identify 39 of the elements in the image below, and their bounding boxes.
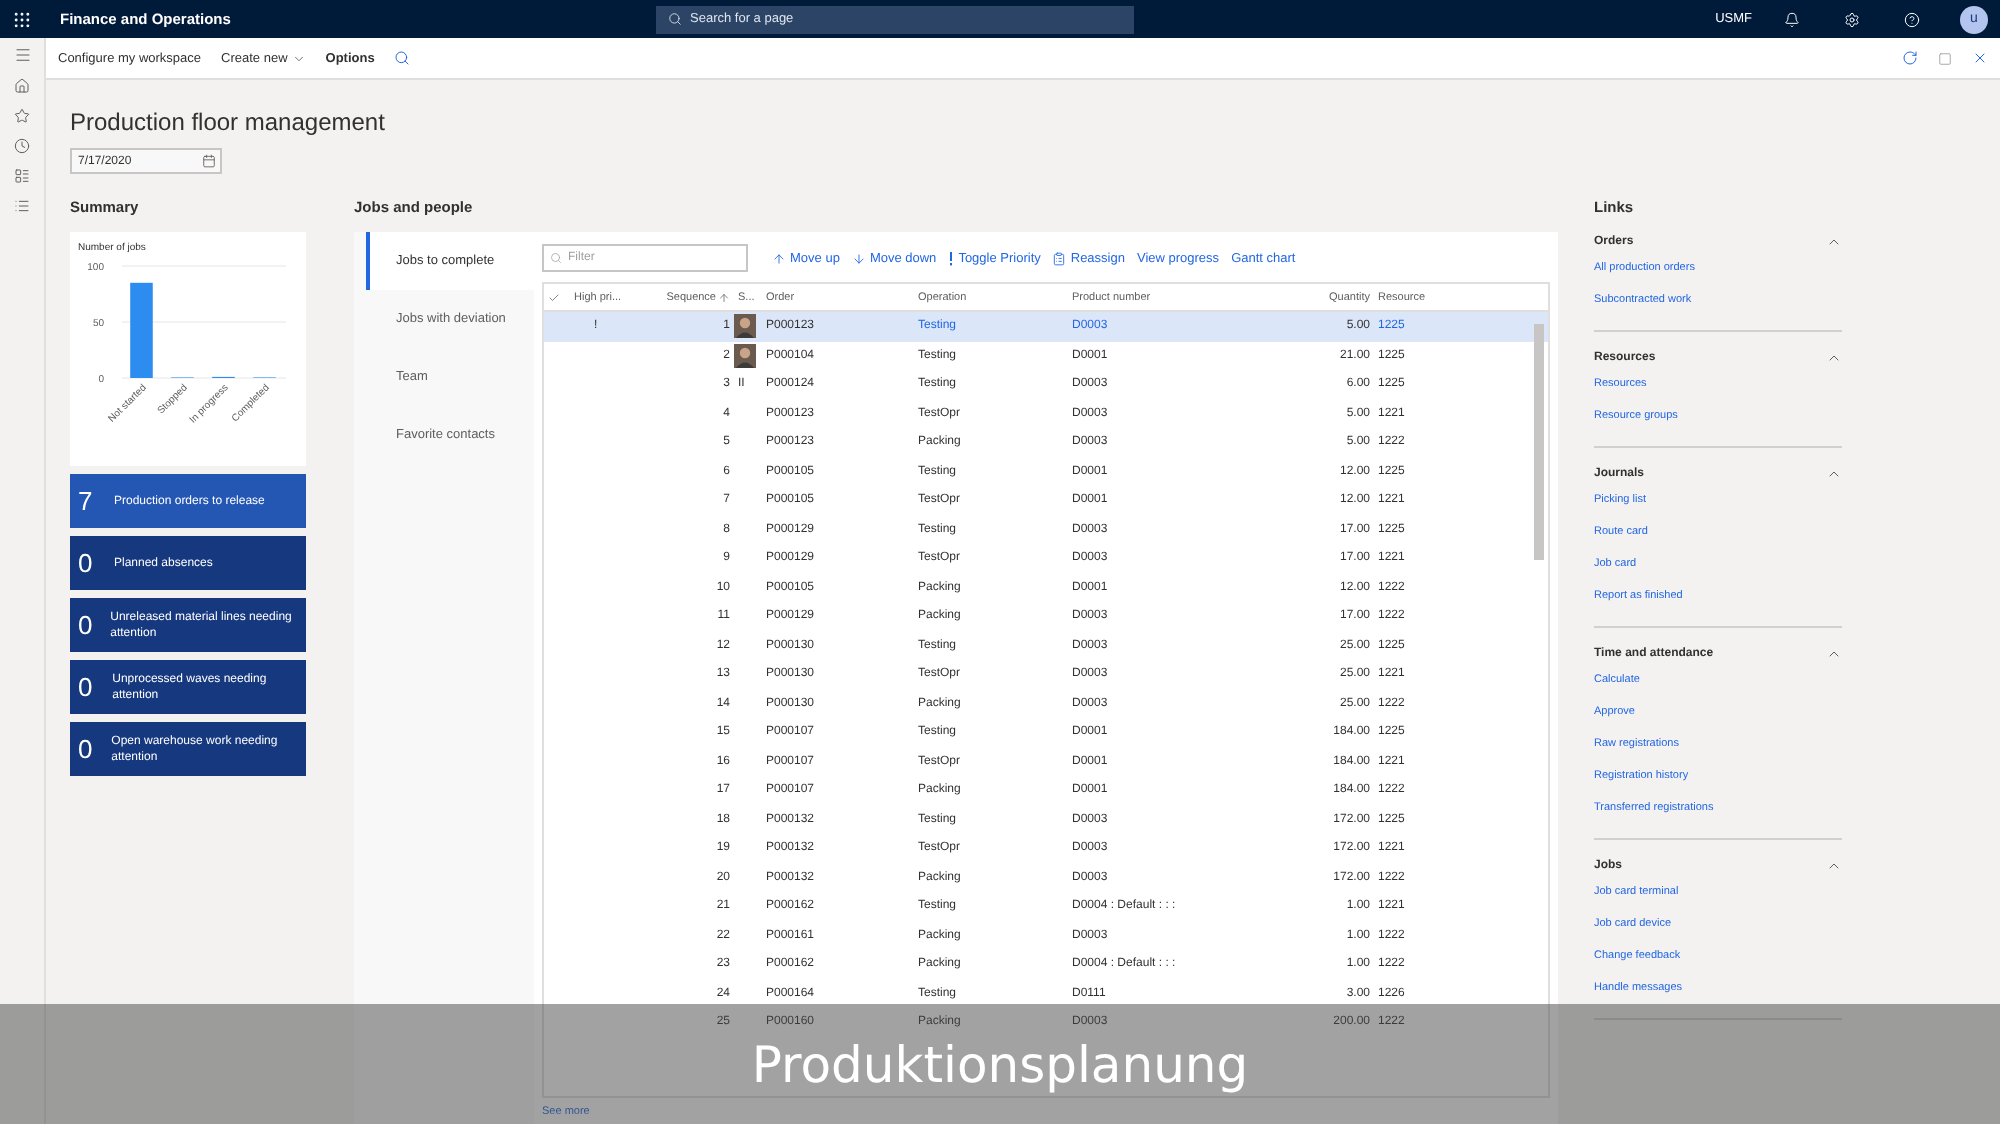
checkmark-icon[interactable] bbox=[548, 291, 560, 303]
chart-bar bbox=[130, 282, 153, 378]
chevron-up-icon[interactable] bbox=[1826, 350, 1842, 366]
arrow-down-icon bbox=[851, 251, 866, 265]
tile-count: 7 bbox=[78, 486, 95, 516]
search-icon[interactable] bbox=[394, 50, 411, 66]
tile-count: 0 bbox=[78, 610, 95, 640]
star-icon[interactable] bbox=[14, 108, 30, 124]
clipboard-icon bbox=[1052, 251, 1067, 265]
user-photo-avatar bbox=[734, 314, 756, 339]
exclamation-icon bbox=[948, 251, 955, 265]
page-title: Production floor management bbox=[70, 108, 387, 136]
arrow-up-icon bbox=[772, 251, 786, 265]
scrollbar-thumb[interactable] bbox=[1534, 324, 1544, 560]
home-icon[interactable] bbox=[14, 78, 30, 94]
list-icon[interactable] bbox=[14, 198, 30, 214]
workspace-icon[interactable] bbox=[14, 168, 30, 184]
chevron-down-icon bbox=[291, 51, 306, 65]
tile-count: 0 bbox=[78, 672, 95, 702]
close-icon[interactable] bbox=[1972, 50, 1988, 66]
refresh-icon[interactable] bbox=[1902, 50, 1918, 66]
chevron-up-icon[interactable] bbox=[1826, 858, 1842, 874]
search-icon bbox=[550, 252, 562, 264]
bell-icon[interactable] bbox=[1784, 11, 1800, 27]
chevron-up-icon[interactable] bbox=[1826, 234, 1842, 250]
help-icon[interactable] bbox=[1904, 11, 1920, 27]
menu-icon[interactable] bbox=[13, 46, 31, 64]
settings-icon[interactable] bbox=[1844, 11, 1860, 27]
chevron-up-icon[interactable] bbox=[1826, 466, 1842, 482]
app-launcher-icon[interactable] bbox=[12, 9, 32, 29]
user-photo-avatar bbox=[734, 343, 756, 368]
search-icon bbox=[668, 12, 682, 26]
chevron-up-icon[interactable] bbox=[1826, 646, 1842, 662]
clock-icon[interactable] bbox=[14, 138, 30, 154]
tile-count: 0 bbox=[78, 548, 95, 578]
caption-text: Produktionsplanung bbox=[751, 1035, 1249, 1093]
tile-count: 0 bbox=[78, 734, 95, 764]
sort-arrow-icon bbox=[718, 291, 730, 303]
calendar-icon bbox=[202, 154, 216, 168]
